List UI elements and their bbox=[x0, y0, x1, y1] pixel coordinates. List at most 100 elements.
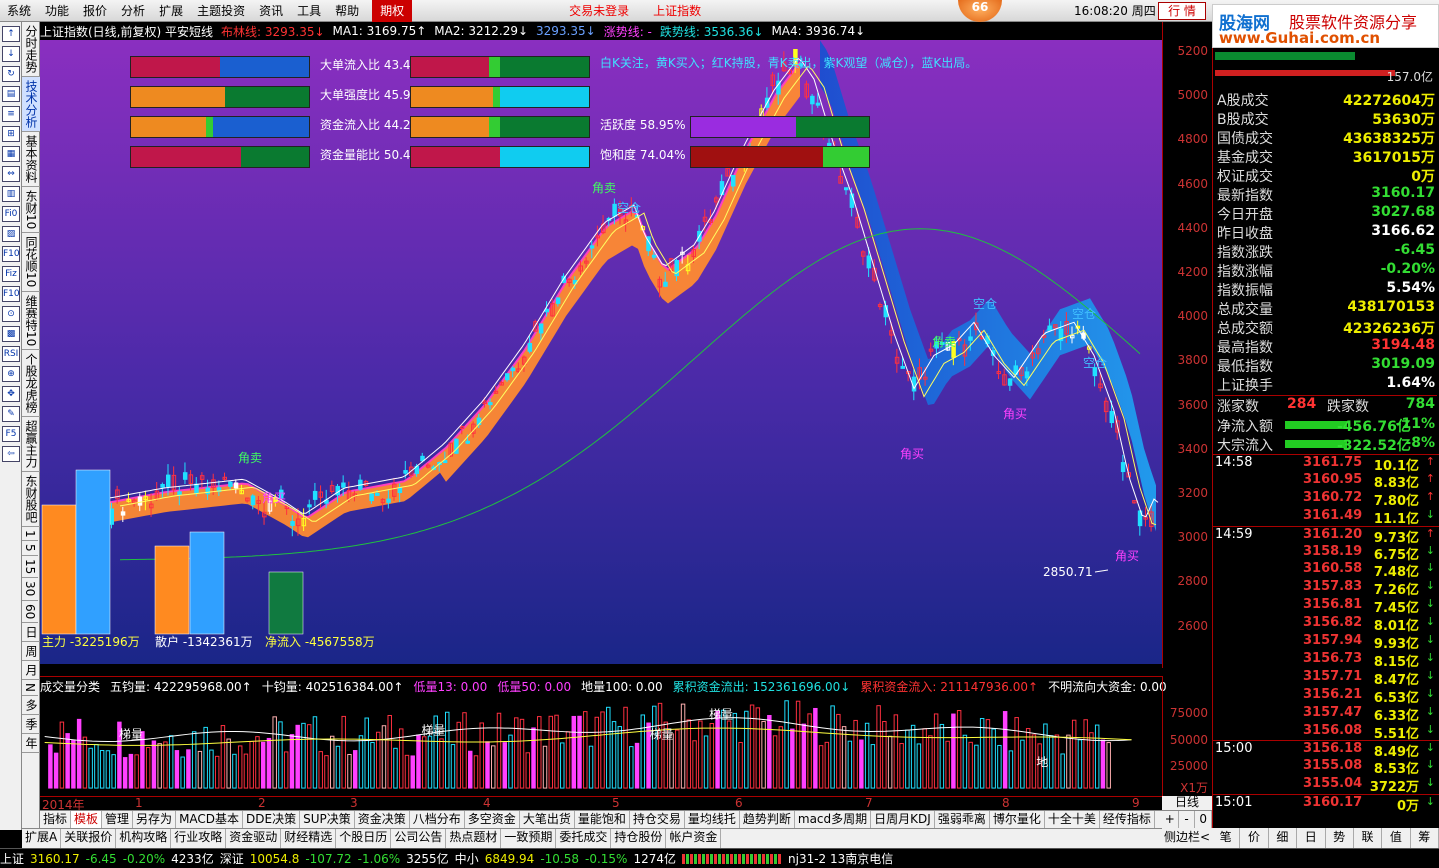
sh-label[interactable]: 上证 bbox=[0, 850, 24, 867]
indicator-tab-8[interactable]: 八档分布 bbox=[410, 811, 465, 828]
sidebar-toggle[interactable]: 侧边栏< bbox=[1162, 828, 1212, 848]
vtab-15[interactable]: 周 bbox=[22, 642, 41, 661]
extend-tab-10[interactable]: 委托成交 bbox=[556, 829, 612, 848]
toolbar-icon-2[interactable]: ↻ bbox=[2, 66, 20, 82]
extend-tab-8[interactable]: 热点题材 bbox=[446, 829, 502, 848]
toolbar-icon-8[interactable]: ▥ bbox=[2, 186, 20, 202]
indicator-tab-6[interactable]: SUP决策 bbox=[300, 811, 355, 828]
indicator-tab-19[interactable]: 十全十美 bbox=[1045, 811, 1100, 828]
vtab-0[interactable]: 分时走势 bbox=[22, 22, 41, 77]
extend-tab-4[interactable]: 资金驱动 bbox=[226, 829, 282, 848]
toolbar-icon-3[interactable]: ▤ bbox=[2, 86, 20, 102]
indicator-tab-3[interactable]: 另存为 bbox=[133, 811, 177, 828]
right-tab-0[interactable]: 笔 bbox=[1212, 828, 1241, 848]
vtab-9[interactable]: 1 bbox=[22, 527, 38, 542]
menu-theme-invest[interactable]: 主题投资 bbox=[190, 0, 252, 22]
toolbar-icon-21[interactable]: ⇦ bbox=[2, 446, 20, 462]
indicator-tab-2[interactable]: 管理 bbox=[102, 811, 134, 828]
right-tab-4[interactable]: 势 bbox=[1326, 828, 1354, 848]
right-tab-3[interactable]: 日 bbox=[1297, 828, 1326, 848]
menu-options[interactable]: 期权 bbox=[372, 0, 413, 22]
toolbar-icon-10[interactable]: ▨ bbox=[2, 226, 20, 242]
vtab-6[interactable]: 个股龙虎榜 bbox=[22, 350, 41, 417]
extend-tab-9[interactable]: 一致预期 bbox=[501, 829, 557, 848]
zx-label[interactable]: 中小 bbox=[455, 850, 479, 867]
toolbar-icon-20[interactable]: F5 bbox=[2, 426, 20, 442]
vtab-3[interactable]: 东财10 bbox=[22, 187, 41, 234]
toolbar-icon-17[interactable]: ⊕ bbox=[2, 366, 20, 382]
extend-tab-7[interactable]: 公司公告 bbox=[391, 829, 447, 848]
indicator-tab-10[interactable]: 大笔出货 bbox=[520, 811, 575, 828]
extend-tab-11[interactable]: 持仓股份 bbox=[611, 829, 667, 848]
notification-badge[interactable]: 66 bbox=[958, 0, 1002, 22]
toolbar-icon-5[interactable]: ⊞ bbox=[2, 126, 20, 142]
indicator-tab-20[interactable]: 经传指标 bbox=[1100, 811, 1155, 828]
quote-tab[interactable]: 行 情 bbox=[1158, 2, 1206, 20]
toolbar-icon-0[interactable]: ↑ bbox=[2, 26, 20, 42]
extend-tab-12[interactable]: 帐户资金 bbox=[666, 829, 722, 848]
extend-tab-0[interactable]: 扩展A bbox=[22, 829, 62, 848]
toolbar-icon-9[interactable]: Fi0 bbox=[2, 206, 20, 222]
vtab-19[interactable]: 季 bbox=[22, 715, 41, 734]
vtab-12[interactable]: 30 bbox=[22, 578, 38, 601]
vtab-16[interactable]: 月 bbox=[22, 661, 41, 680]
zoom-tab-2[interactable]: 0 bbox=[1195, 811, 1213, 828]
extend-tab-5[interactable]: 财经精选 bbox=[281, 829, 337, 848]
vtab-14[interactable]: 日 bbox=[22, 623, 41, 642]
right-tab-1[interactable]: 价 bbox=[1240, 828, 1269, 848]
indicator-tab-18[interactable]: 博尔量化 bbox=[990, 811, 1045, 828]
indicator-tab-15[interactable]: macd多周期 bbox=[795, 811, 872, 828]
extend-tab-1[interactable]: 关联报价 bbox=[61, 829, 117, 848]
indicator-tab-1[interactable]: 模板 bbox=[71, 811, 103, 828]
vtab-1[interactable]: 技术分析 bbox=[22, 77, 41, 132]
indicator-tab-14[interactable]: 趋势判断 bbox=[740, 811, 795, 828]
sz-label[interactable]: 深证 bbox=[220, 850, 244, 867]
vtab-8[interactable]: 东财股吧 bbox=[22, 472, 41, 527]
menu-extend[interactable]: 扩展 bbox=[152, 0, 190, 22]
vtab-18[interactable]: 多 bbox=[22, 696, 41, 715]
toolbar-icon-16[interactable]: RSI bbox=[2, 346, 20, 362]
toolbar-icon-12[interactable]: Fiz bbox=[2, 266, 20, 282]
toolbar-icon-13[interactable]: F10 bbox=[2, 286, 20, 302]
menu-function[interactable]: 功能 bbox=[38, 0, 76, 22]
zoom-tab-0[interactable]: + bbox=[1162, 811, 1179, 828]
zoom-tab-1[interactable]: - bbox=[1179, 811, 1196, 828]
toolbar-icon-4[interactable]: ≡ bbox=[2, 106, 20, 122]
indicator-tab-16[interactable]: 日周月KDJ bbox=[871, 811, 935, 828]
right-tab-6[interactable]: 值 bbox=[1382, 828, 1411, 848]
vtab-5[interactable]: 维赛特10 bbox=[22, 292, 41, 350]
vtab-2[interactable]: 基本资料 bbox=[22, 132, 41, 187]
menu-help[interactable]: 帮助 bbox=[328, 0, 366, 22]
menu-news[interactable]: 资讯 bbox=[252, 0, 290, 22]
indicator-tab-12[interactable]: 持仓交易 bbox=[630, 811, 685, 828]
menu-tools[interactable]: 工具 bbox=[290, 0, 328, 22]
extend-tab-2[interactable]: 机构攻略 bbox=[116, 829, 172, 848]
indicator-tab-4[interactable]: MACD基本 bbox=[176, 811, 244, 828]
toolbar-icon-7[interactable]: ⇔ bbox=[2, 166, 20, 182]
toolbar-icon-11[interactable]: F10 bbox=[2, 246, 20, 262]
period-label[interactable]: 日线 bbox=[1162, 796, 1212, 810]
toolbar-icon-19[interactable]: ✎ bbox=[2, 406, 20, 422]
menu-quote[interactable]: 报价 bbox=[76, 0, 114, 22]
vtab-20[interactable]: 年 bbox=[22, 734, 41, 753]
menu-system[interactable]: 系统 bbox=[0, 0, 38, 22]
right-tab-7[interactable]: 筹 bbox=[1411, 828, 1439, 848]
toolbar-icon-18[interactable]: ✥ bbox=[2, 386, 20, 402]
toolbar-icon-14[interactable]: ⊙ bbox=[2, 306, 20, 322]
trade-login-status[interactable]: 交易未登录 bbox=[562, 0, 636, 22]
extend-tab-3[interactable]: 行业攻略 bbox=[171, 829, 227, 848]
menu-analysis[interactable]: 分析 bbox=[114, 0, 152, 22]
toolbar-icon-15[interactable]: ▩ bbox=[2, 326, 20, 342]
indicator-tab-13[interactable]: 量均线托 bbox=[685, 811, 740, 828]
vtab-4[interactable]: 同花顺10 bbox=[22, 233, 41, 292]
indicator-tab-5[interactable]: DDE决策 bbox=[243, 811, 301, 828]
toolbar-icon-6[interactable]: ▦ bbox=[2, 146, 20, 162]
right-tab-2[interactable]: 细 bbox=[1269, 828, 1298, 848]
indicator-tab-9[interactable]: 多空资金 bbox=[465, 811, 520, 828]
indicator-tab-17[interactable]: 强弱乖离 bbox=[935, 811, 990, 828]
vtab-13[interactable]: 60 bbox=[22, 601, 38, 623]
vtab-17[interactable]: N bbox=[22, 680, 38, 696]
toolbar-icon-1[interactable]: ↓ bbox=[2, 46, 20, 62]
indicator-tab-0[interactable]: 指标 bbox=[40, 811, 72, 828]
vtab-11[interactable]: 15 bbox=[22, 556, 38, 579]
